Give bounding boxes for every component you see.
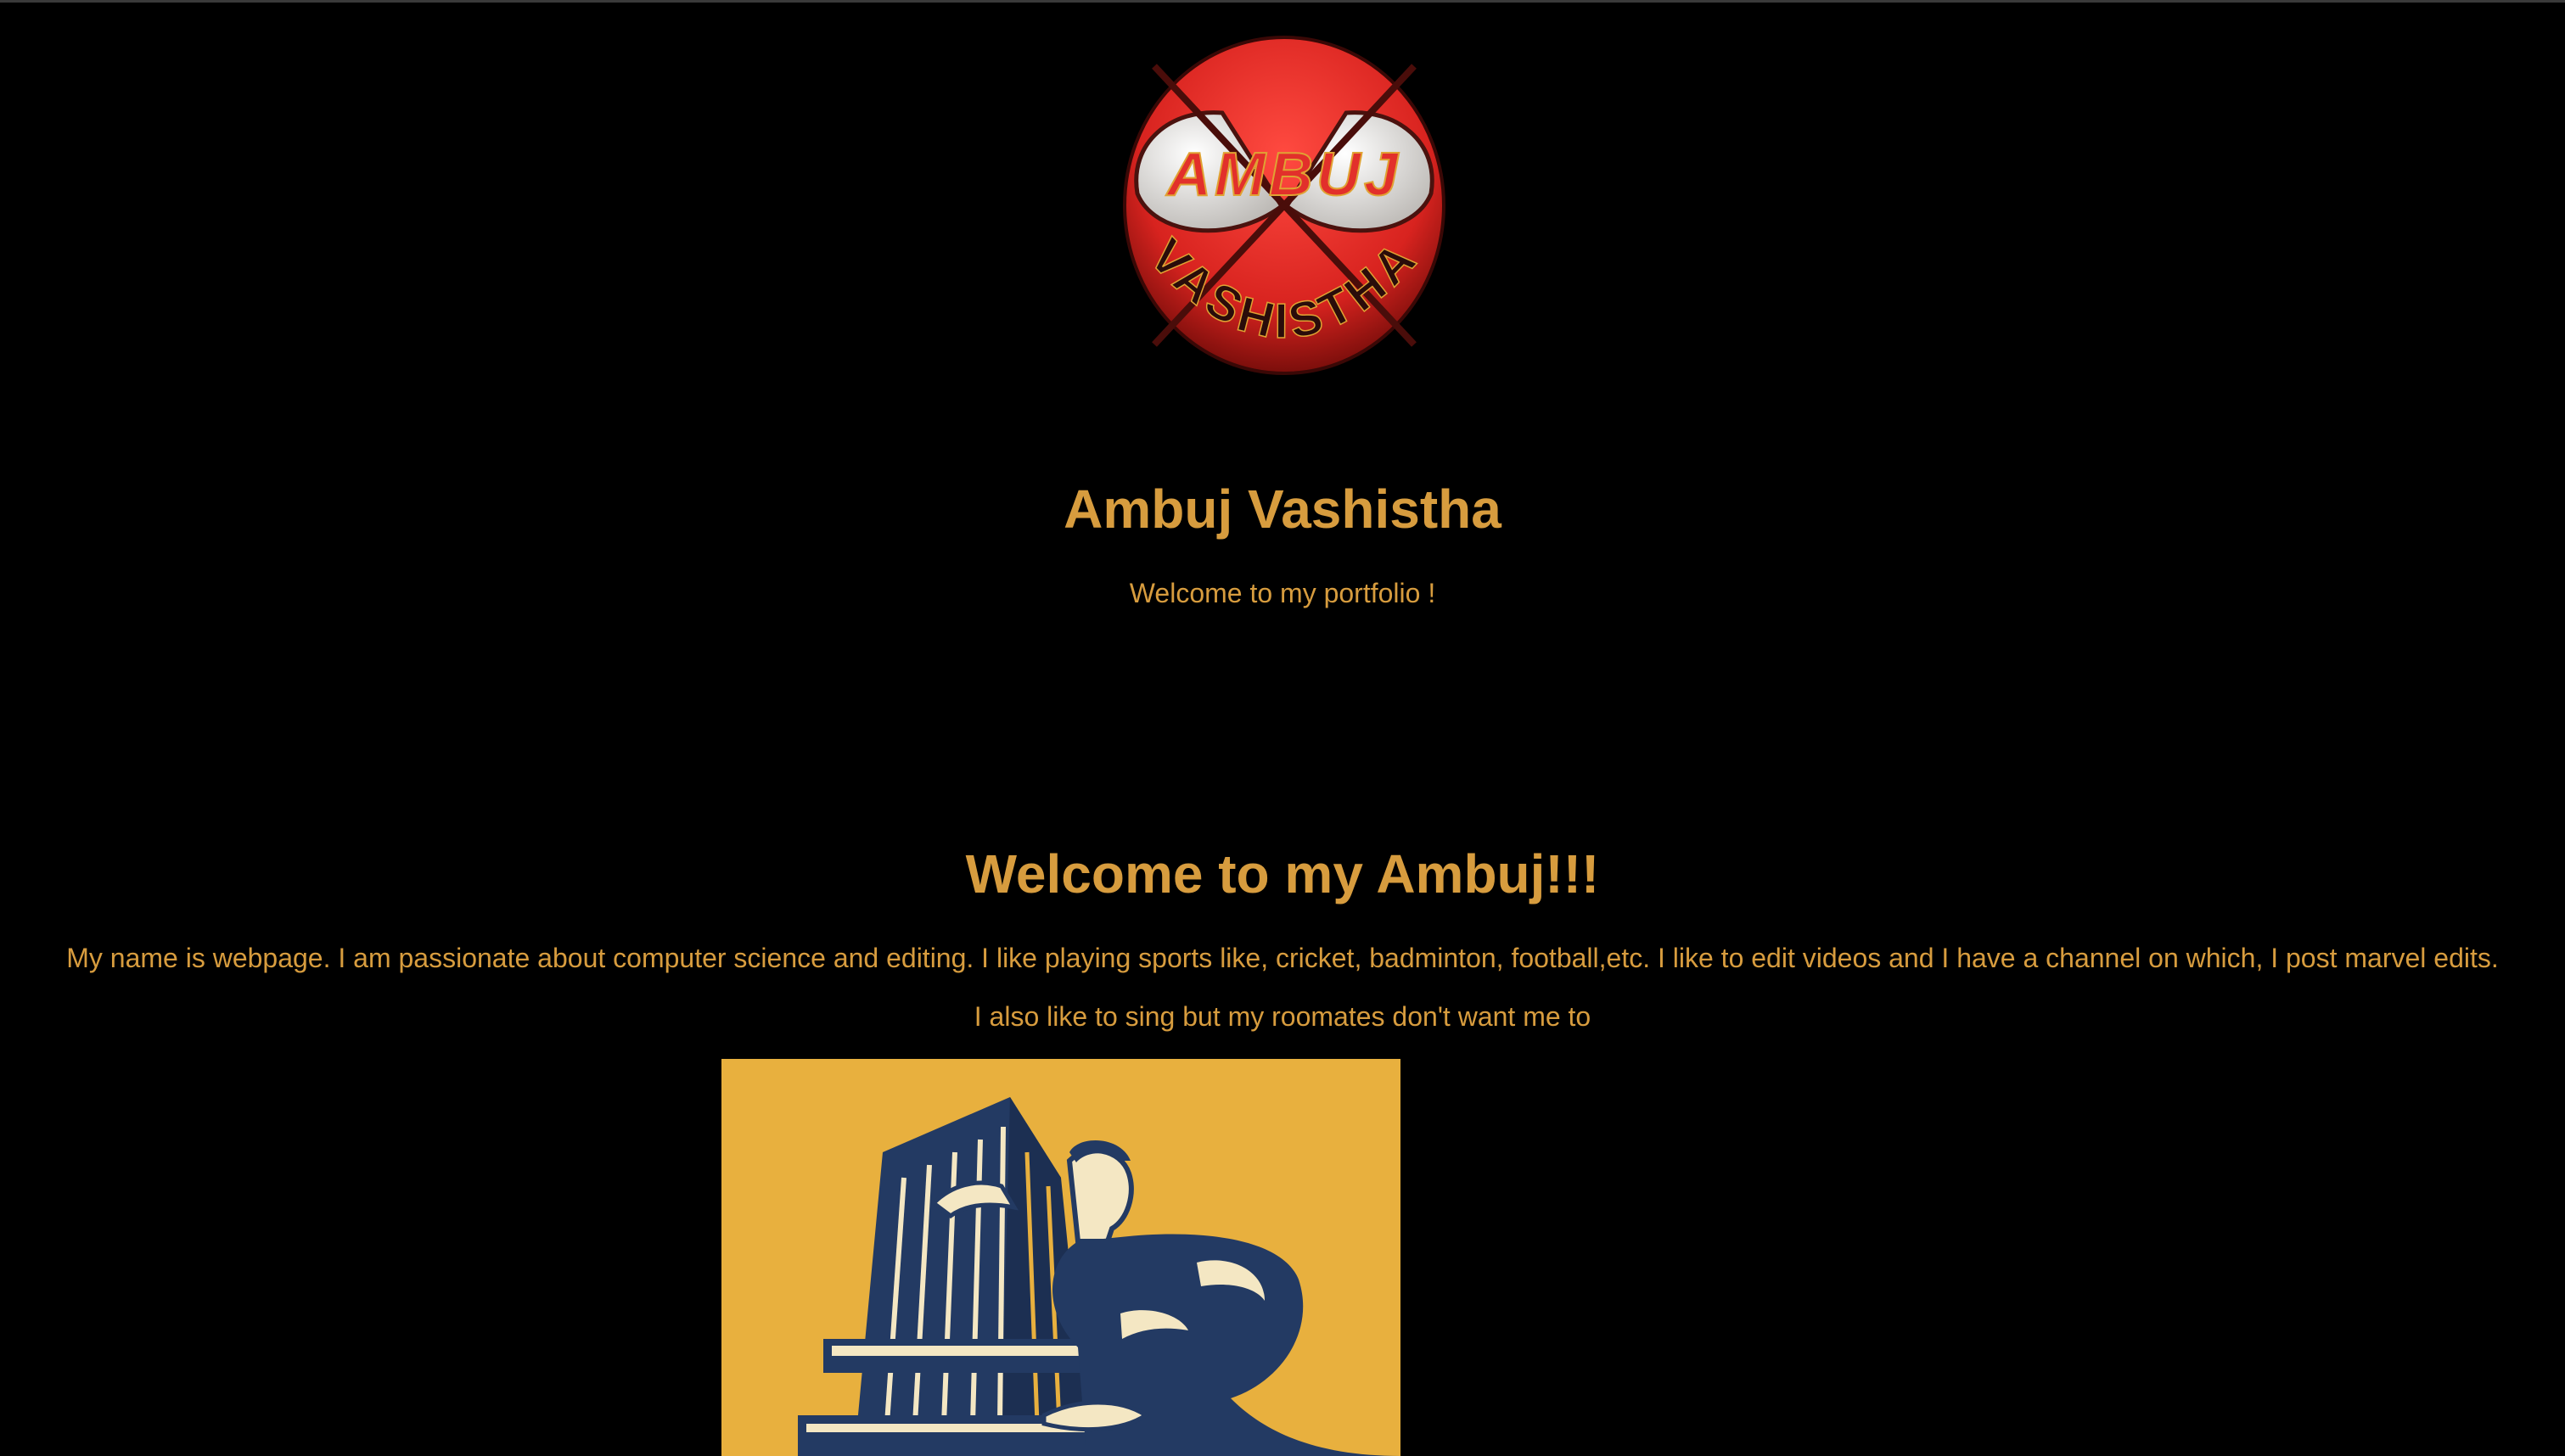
about-paragraph: My name is webpage. I am passionate abou…: [66, 943, 2499, 973]
top-border: [0, 0, 2565, 3]
illustration-image: [721, 1059, 1400, 1456]
site-subtitle: Welcome to my portfolio !: [1129, 578, 1436, 608]
logo: AMBUJ VASHISTHA: [1120, 32, 1448, 375]
about-heading: Welcome to my Ambuj!!!: [965, 843, 1600, 904]
strongman-building-illustration: [721, 1059, 1400, 1456]
site-title: Ambuj Vashistha: [1064, 479, 1501, 540]
svg-text:AMBUJ: AMBUJ: [1165, 141, 1401, 209]
about-paragraph-secondary: I also like to sing but my roomates don'…: [974, 1001, 1591, 1032]
logo-graphic: AMBUJ VASHISTHA: [1123, 36, 1445, 375]
